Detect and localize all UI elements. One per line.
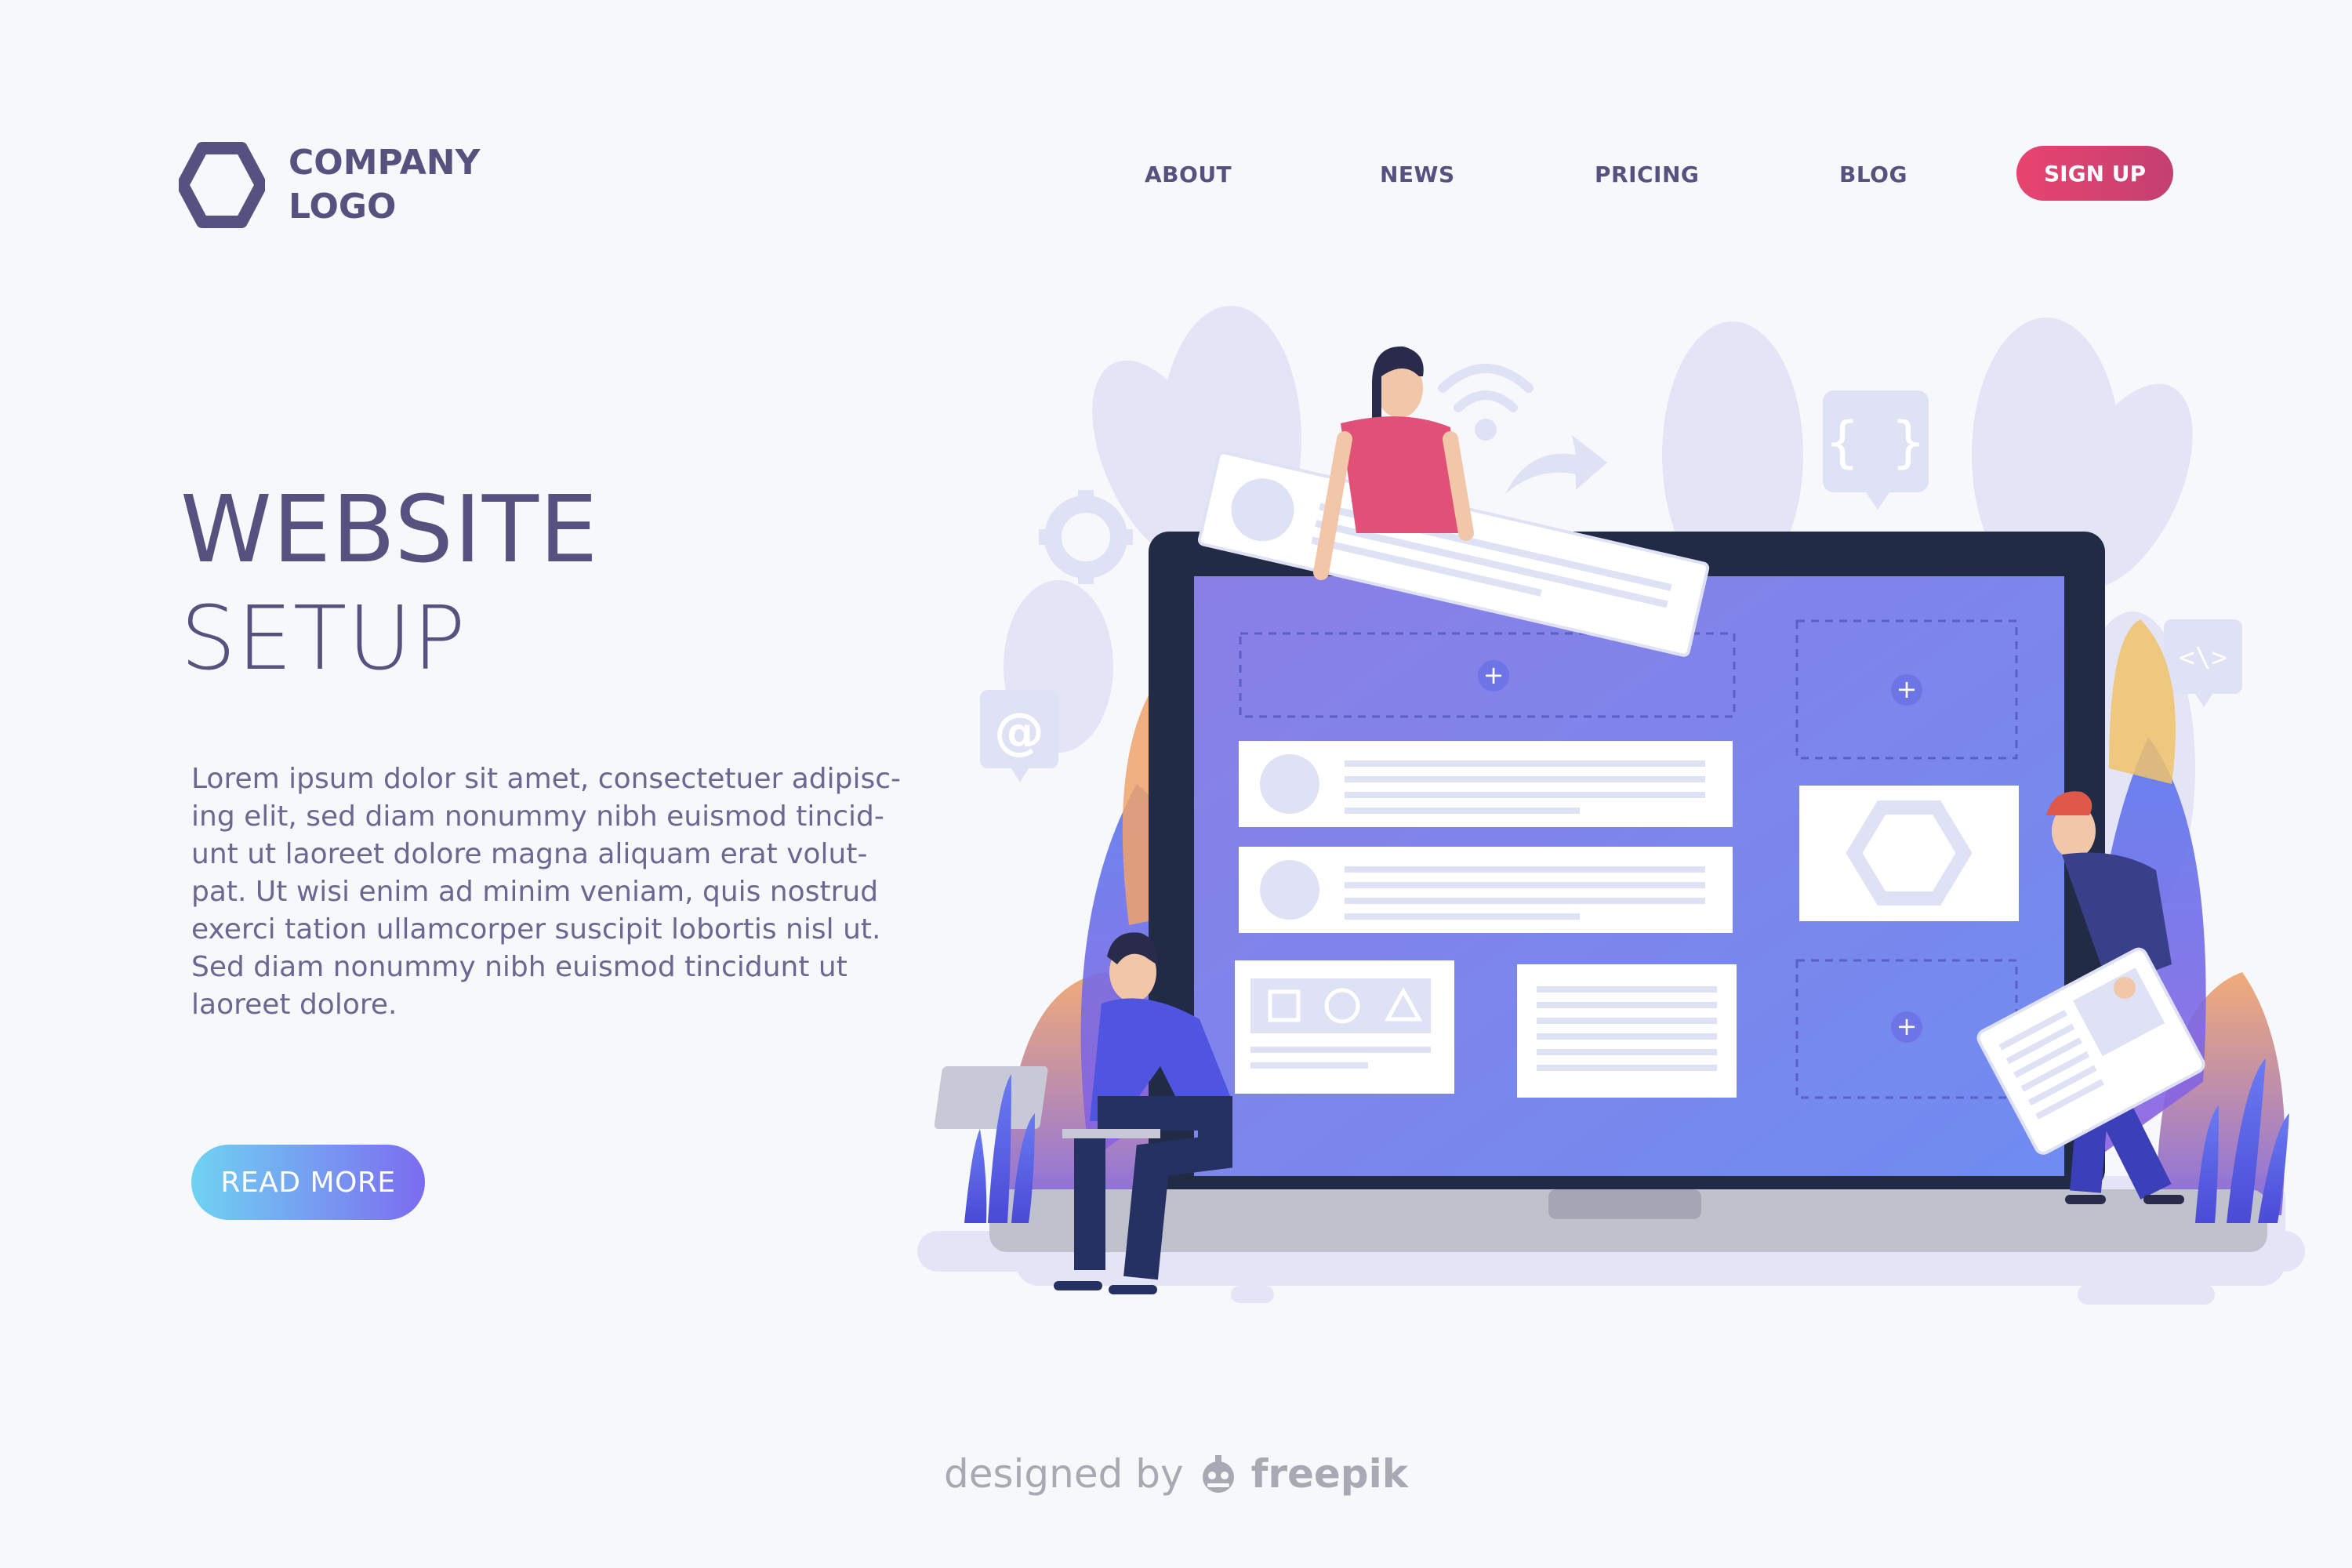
- top-nav: ABOUT NEWS PRICING BLOG SIGN UP: [0, 146, 2352, 201]
- svg-text:+: +: [1896, 1011, 1918, 1041]
- nav-blog[interactable]: BLOG: [1839, 162, 1907, 187]
- description-line: Lorem ipsum dolor sit amet, consectetuer…: [191, 763, 902, 795]
- svg-text:+: +: [1483, 660, 1504, 690]
- hero-subtitle: SETUP: [180, 588, 466, 690]
- description-line: ing elit, sed diam nonummy nibh euismod …: [191, 800, 884, 833]
- svg-text:+: +: [1896, 674, 1918, 704]
- at-text: @: [994, 703, 1044, 761]
- nav-news[interactable]: NEWS: [1380, 162, 1455, 187]
- logo-card: [1799, 786, 2019, 921]
- description-line: exerci tation ullamcorper suscipit lobor…: [191, 913, 881, 946]
- list-card: [1239, 847, 1733, 933]
- designer-credit[interactable]: designed by freepik: [941, 1450, 1411, 1497]
- list-card: [1239, 741, 1733, 827]
- hero-description: Lorem ipsum dolor sit amet, consectetuer…: [191, 760, 913, 1024]
- code-tag-text: <\>: [2179, 642, 2227, 673]
- arrow-icon: [1505, 435, 1607, 494]
- nav-pricing[interactable]: PRICING: [1595, 162, 1699, 187]
- nav-about[interactable]: ABOUT: [1145, 162, 1232, 187]
- gear-icon: [1039, 490, 1133, 584]
- description-line: pat. Ut wisi enim ad minim veniam, quis …: [191, 876, 879, 908]
- freepik-mascot-icon: [1202, 1455, 1234, 1493]
- code-braces-text: { }: [1826, 410, 1925, 474]
- at-sign-icon: @: [980, 690, 1058, 782]
- read-more-button[interactable]: READ MORE: [191, 1145, 425, 1220]
- hero-title: WEBSITE: [180, 475, 599, 583]
- credit-brand: freepik: [1250, 1451, 1408, 1497]
- website-setup-illustration: { } <\> @ + + +: [917, 306, 2305, 1305]
- signup-button[interactable]: SIGN UP: [2016, 146, 2173, 201]
- description-line: laoreet dolore.: [191, 989, 397, 1021]
- description-line: unt ut laoreet dolore magna aliquam erat…: [191, 838, 868, 870]
- description-line: Sed diam nonummy nibh euismod tincidunt …: [191, 951, 848, 983]
- laptop-notch: [1548, 1189, 1701, 1219]
- wifi-icon: [1438, 364, 1534, 441]
- shapes-card: [1235, 960, 1454, 1094]
- text-card: [1517, 964, 1737, 1098]
- credit-prefix: designed by: [943, 1451, 1184, 1497]
- code-braces-icon: { }: [1823, 390, 1929, 510]
